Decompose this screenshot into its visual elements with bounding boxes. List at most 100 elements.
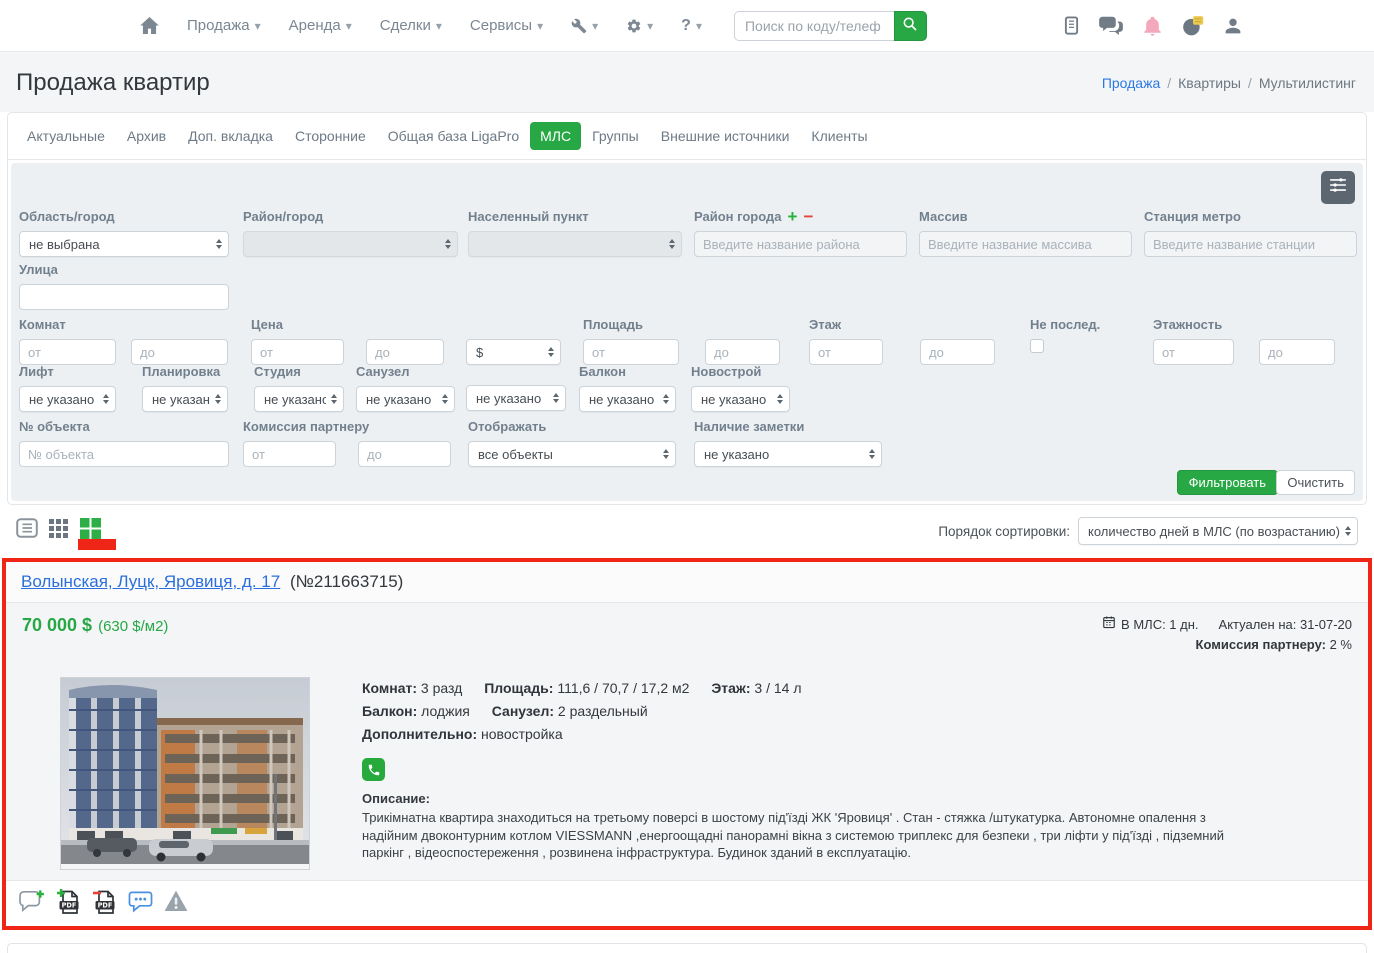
menu-servisy[interactable]: Сервисы — [460, 11, 553, 40]
commission-from-input[interactable] — [243, 441, 336, 467]
listing1-price: 70 000 $ — [22, 615, 93, 635]
pdf-remove-icon[interactable]: PDF — [92, 888, 117, 919]
menu-settings[interactable] — [616, 12, 663, 40]
menu-tools[interactable] — [561, 12, 608, 40]
listing1-commission-label: Комиссия партнеру: — [1195, 637, 1326, 652]
not-last-label: Не послед. — [1030, 317, 1101, 332]
tab-bar: Актуальные Архив Доп. вкладка Сторонние … — [8, 113, 1366, 160]
area-from-input[interactable] — [583, 339, 679, 365]
commission-to-input[interactable] — [358, 441, 451, 467]
rooms-from-input[interactable] — [19, 339, 116, 365]
balcony-detail-value: лоджия — [421, 703, 470, 719]
area-detail-label: Площадь: — [484, 680, 554, 696]
listing1-actual-date: Актуален на: 31-07-20 — [1218, 617, 1352, 632]
listing1-title-link[interactable]: Волынская, Луцк, Яровиця, д. 17 — [21, 572, 280, 591]
pdf-add-icon[interactable]: PDF — [56, 888, 81, 919]
svg-text:PDF: PDF — [98, 902, 113, 910]
floor-detail-label: Этаж: — [711, 680, 751, 696]
view-grid-small-icon[interactable] — [49, 518, 69, 543]
object-id-input[interactable] — [19, 441, 229, 467]
clear-button[interactable]: Очистить — [1276, 470, 1355, 495]
object-id-label: № объекта — [19, 419, 90, 434]
menu-help[interactable]: ? — [671, 11, 712, 41]
floor-to-input[interactable] — [920, 339, 995, 365]
tab-vneshnie-istochniki[interactable]: Внешние источники — [650, 122, 801, 150]
balcony-select[interactable]: не указано — [579, 386, 676, 412]
tab-klienty[interactable]: Клиенты — [800, 122, 878, 150]
comment-add-icon[interactable] — [19, 889, 45, 918]
studio-select[interactable]: не указано — [254, 386, 344, 412]
not-last-checkbox[interactable] — [1030, 339, 1044, 353]
menu-sdelki[interactable]: Сделки — [370, 11, 452, 40]
menu-prodazha[interactable]: Продажа — [177, 11, 271, 40]
view-list-icon[interactable] — [16, 518, 38, 543]
tab-aktualnye[interactable]: Актуальные — [16, 122, 116, 150]
street-input[interactable] — [19, 284, 229, 310]
rooms-detail-value: 3 разд — [420, 680, 463, 696]
district-select[interactable] — [243, 231, 458, 257]
home-button[interactable] — [130, 11, 169, 40]
coins-icon[interactable] — [1182, 15, 1204, 36]
area-to-input[interactable] — [705, 339, 780, 365]
floor-from-input[interactable] — [809, 339, 883, 365]
elevator-select[interactable]: не указано — [19, 386, 116, 412]
bathroom-select[interactable]: не указано — [356, 386, 455, 412]
listing1-code: (№211663715) — [289, 572, 404, 591]
tab-mls-active[interactable]: МЛС — [530, 122, 582, 150]
tab-arhiv[interactable]: Архив — [116, 122, 177, 150]
layout-select[interactable]: не указано — [142, 386, 228, 412]
tab-obshchaya-baza[interactable]: Общая база LigaPro — [377, 122, 530, 150]
balcony-label: Балкон — [579, 364, 626, 379]
remove-district-icon[interactable]: − — [803, 208, 813, 225]
listing1-photo[interactable] — [60, 677, 310, 870]
settlement-select[interactable] — [468, 231, 682, 257]
extra-detail-value: новостройка — [481, 726, 563, 742]
tab-storonnie[interactable]: Сторонние — [284, 122, 377, 150]
listing1-mls-days: В МЛС: 1 дн. — [1121, 617, 1199, 632]
balcony-detail-label: Балкон: — [362, 703, 418, 719]
layout-label: Планировка — [142, 364, 221, 379]
sort-select[interactable]: количество дней в МЛС (по возрастанию) — [1078, 517, 1358, 545]
city-district-input[interactable] — [694, 231, 907, 257]
extra-filter-select[interactable]: не указано — [466, 385, 566, 411]
annotation-red-box: Волынская, Луцк, Яровиця, д. 17 (№211663… — [2, 558, 1372, 930]
select-arrows-icon — [445, 239, 451, 249]
filters-card: Актуальные Архив Доп. вкладка Сторонние … — [7, 112, 1367, 505]
svg-text:PDF: PDF — [62, 902, 77, 910]
listing1-price-per-m2: (630 $/м2) — [98, 618, 169, 635]
floors-total-from-input[interactable] — [1153, 339, 1234, 365]
menu-arenda[interactable]: Аренда — [279, 11, 362, 40]
massif-input[interactable] — [919, 231, 1132, 257]
page-header: Продажа квартир Продажа / Квартиры / Мул… — [0, 52, 1374, 112]
search-button[interactable] — [893, 10, 927, 41]
currency-select[interactable]: $ — [466, 339, 561, 365]
new-building-select[interactable]: не указано — [691, 386, 790, 412]
add-district-icon[interactable]: + — [788, 208, 798, 225]
listing-card-2: Волынская, Луцк, Зацепи, д. 3к (№2116993… — [7, 943, 1367, 953]
note-label: Наличие заметки — [694, 419, 805, 434]
filter-settings-button[interactable] — [1321, 171, 1355, 204]
metro-input[interactable] — [1144, 231, 1357, 257]
breadcrumb-link-prodazha[interactable]: Продажа — [1102, 75, 1160, 91]
messages-icon[interactable] — [1099, 16, 1123, 35]
region-select[interactable]: не выбрана — [19, 231, 229, 257]
floors-total-to-input[interactable] — [1259, 339, 1335, 365]
global-search-input[interactable] — [733, 10, 894, 41]
tab-gruppy[interactable]: Группы — [581, 122, 650, 150]
display-select[interactable]: все объекты — [468, 441, 676, 467]
warning-icon[interactable] — [164, 890, 188, 917]
profile-icon[interactable] — [1224, 17, 1242, 35]
note-select[interactable]: не указано — [694, 441, 882, 467]
device-icon[interactable] — [1064, 16, 1079, 35]
price-from-input[interactable] — [251, 339, 344, 365]
select-arrows-icon — [442, 394, 448, 404]
viber-phone-icon[interactable] — [362, 758, 385, 781]
notifications-bell-icon[interactable] — [1143, 15, 1162, 36]
filter-button[interactable]: Фильтровать — [1176, 470, 1278, 495]
chat-dots-icon[interactable] — [128, 890, 153, 918]
price-to-input[interactable] — [366, 339, 444, 365]
rooms-to-input[interactable] — [131, 339, 228, 365]
tab-dop-vkladka[interactable]: Доп. вкладка — [177, 122, 284, 150]
district-label: Район/город — [243, 209, 324, 224]
description-text: Трикімнатна квартира знаходиться на трет… — [362, 810, 1225, 860]
